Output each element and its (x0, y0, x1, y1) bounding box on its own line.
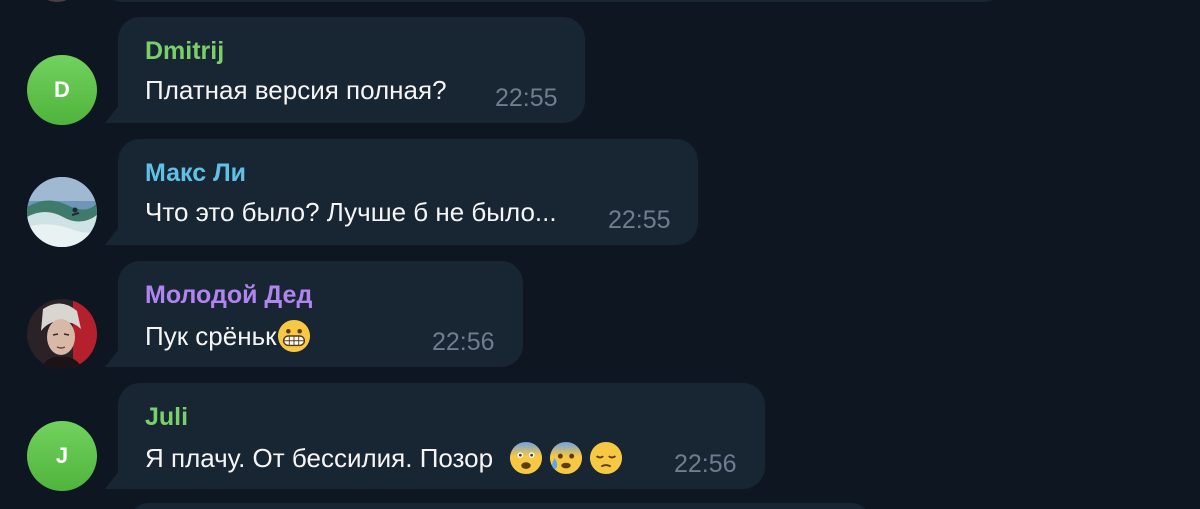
message-time: 22:56 (432, 328, 495, 356)
avatar[interactable] (27, 299, 97, 369)
avatar[interactable] (27, 177, 97, 247)
sender-name[interactable]: Dmitrij (145, 37, 224, 66)
previous-message-avatar[interactable] (40, 0, 74, 2)
sender-name[interactable]: Молодой Дед (145, 281, 312, 310)
message-time: 22:55 (495, 84, 558, 112)
chat-message-list[interactable]: D Dmitrij Платная версия полная? 22:55 М… (0, 0, 1200, 509)
avatar-letter: D (54, 77, 70, 102)
grinning-face-emoji (277, 319, 310, 353)
message-bubble[interactable]: Dmitrij Платная версия полная? 22:55 (118, 17, 585, 123)
message-bubble[interactable]: Juli Я плачу. От бессилия. Позор 22:56 (118, 383, 765, 489)
next-message-bubble[interactable] (130, 503, 870, 509)
portrait-photo-icon (27, 299, 97, 369)
message-item: J Juli Я плачу. От бессилия. Позор 22:56 (0, 383, 1200, 491)
message-text: Пук срёньк (145, 319, 311, 353)
message-text-content: Платная версия полная? (145, 75, 447, 105)
message-text-content: Я плачу. От бессилия. Позор (145, 442, 494, 473)
wave-surfer-photo-icon (27, 177, 97, 247)
sender-name[interactable]: Juli (145, 403, 188, 432)
message-time: 22:56 (674, 450, 737, 478)
anxious-face-with-sweat-emoji (550, 441, 583, 475)
message-text: Платная версия полная? (145, 75, 447, 106)
message-text-content: Что это было? Лучше б не было... (145, 197, 557, 227)
message-time: 22:55 (608, 206, 671, 234)
avatar-letter: J (55, 443, 69, 468)
message-text: Я плачу. От бессилия. Позор (145, 441, 623, 475)
fearful-face-emoji (510, 441, 543, 475)
previous-message-bubble[interactable] (105, 0, 1000, 2)
message-bubble[interactable]: Макс Ли Что это было? Лучше б не было...… (118, 139, 698, 245)
avatar[interactable]: J (27, 421, 97, 491)
message-bubble[interactable]: Молодой Дед Пук срёньк 22:56 (118, 261, 523, 367)
pensive-face-emoji (590, 441, 623, 475)
message-item: D Dmitrij Платная версия полная? 22:55 (0, 17, 1200, 125)
message-item: Макс Ли Что это было? Лучше б не было...… (0, 139, 1200, 247)
avatar[interactable]: D (27, 55, 97, 125)
message-text-content: Пук срёньк (145, 320, 277, 351)
message-text: Что это было? Лучше б не было... (145, 197, 557, 228)
sender-name[interactable]: Макс Ли (145, 159, 246, 188)
message-item: Молодой Дед Пук срёньк 22:56 (0, 261, 1200, 369)
